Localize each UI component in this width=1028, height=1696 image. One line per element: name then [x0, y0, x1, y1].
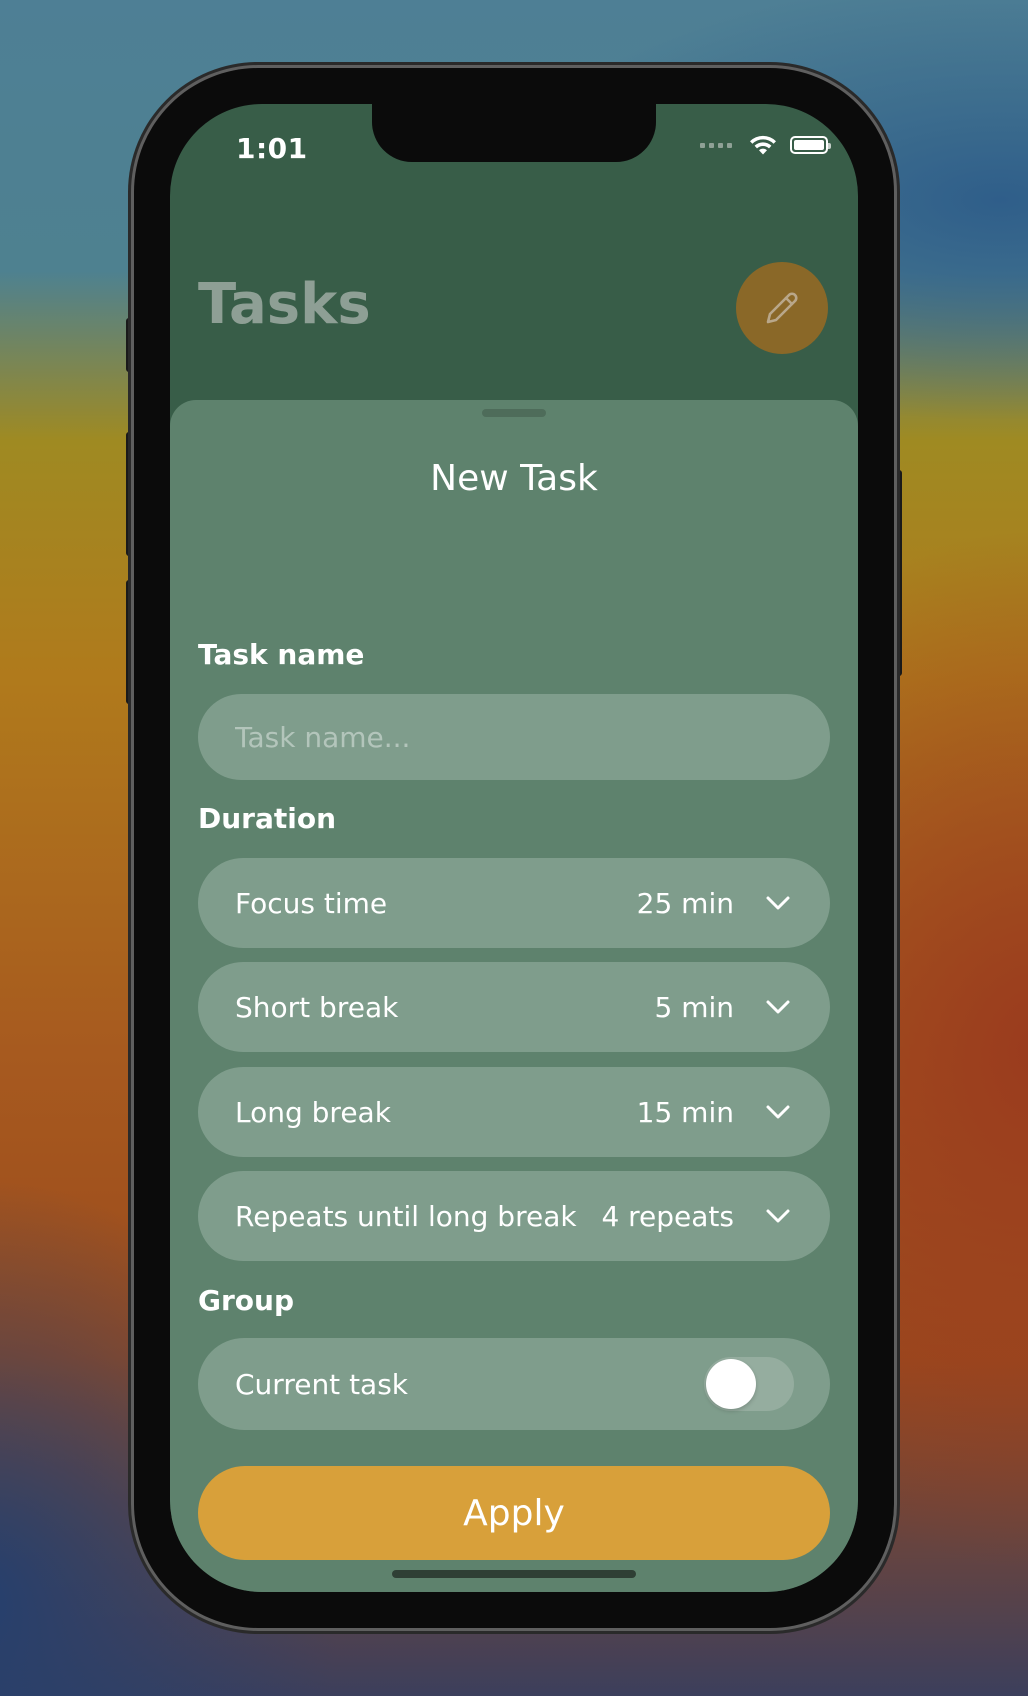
status-icons [700, 134, 831, 156]
short-break-select[interactable]: Short break 5 min [198, 962, 830, 1052]
chevron-down-icon [764, 1202, 792, 1230]
current-task-toggle[interactable] [704, 1357, 794, 1411]
long-break-value: 15 min [636, 1095, 734, 1129]
sheet-grabber[interactable] [482, 409, 546, 417]
duration-label: Duration [198, 802, 337, 835]
sheet-title: New Task [430, 458, 598, 499]
repeats-select[interactable]: Repeats until long break 4 repeats [198, 1171, 830, 1261]
edit-button[interactable] [736, 262, 828, 354]
repeats-value: 4 repeats [601, 1199, 734, 1233]
short-break-value: 5 min [654, 990, 734, 1024]
pencil-icon [766, 292, 798, 324]
long-break-label: Long break [235, 1095, 391, 1129]
chevron-down-icon [764, 993, 792, 1021]
focus-time-value: 25 min [636, 886, 734, 920]
new-task-sheet: New Task Task name Duration Focus time 2… [170, 400, 858, 1592]
group-label: Group [198, 1284, 295, 1317]
focus-time-label: Focus time [235, 886, 388, 920]
chevron-down-icon [764, 889, 792, 917]
long-break-select[interactable]: Long break 15 min [198, 1067, 830, 1157]
toggle-knob [706, 1359, 756, 1409]
task-name-input[interactable] [235, 720, 792, 754]
short-break-label: Short break [235, 990, 399, 1024]
repeats-label: Repeats until long break [235, 1199, 577, 1233]
task-name-field[interactable] [198, 694, 830, 780]
battery-icon [790, 136, 831, 154]
phone-screen: 1:01 Tasks New Task Task name Duration [170, 104, 858, 1592]
status-time: 1:01 [236, 132, 308, 165]
task-name-label: Task name [198, 638, 365, 671]
current-task-label: Current task [235, 1367, 409, 1401]
wifi-icon [750, 135, 776, 155]
cellular-signal-icon [700, 142, 732, 148]
apply-button[interactable]: Apply [198, 1466, 830, 1560]
focus-time-select[interactable]: Focus time 25 min [198, 858, 830, 948]
current-task-row: Current task [198, 1338, 830, 1430]
status-bar: 1:01 [170, 104, 858, 184]
home-indicator[interactable] [392, 1570, 636, 1578]
chevron-down-icon [764, 1098, 792, 1126]
page-title: Tasks [198, 272, 371, 337]
